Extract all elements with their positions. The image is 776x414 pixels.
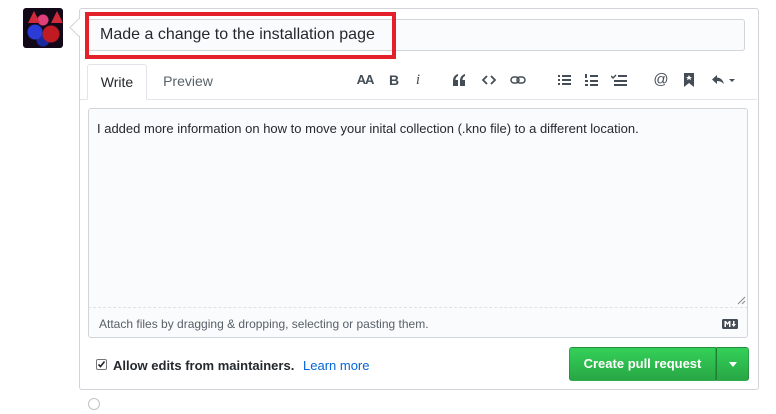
code-icon[interactable] — [480, 71, 498, 89]
quote-icon[interactable] — [450, 71, 468, 89]
reply-icon[interactable] — [710, 71, 738, 89]
numbered-list-icon[interactable] — [583, 71, 599, 89]
text-size-icon[interactable]: AA — [355, 71, 375, 89]
avatar[interactable] — [23, 8, 63, 48]
attach-files-hint: Attach files by dragging & dropping, sel… — [99, 317, 429, 331]
create-pr-options-dropdown[interactable] — [716, 347, 749, 381]
italic-icon[interactable]: i — [411, 71, 425, 89]
bookmark-icon[interactable] — [682, 71, 696, 89]
markdown-icon[interactable] — [722, 319, 738, 329]
bold-icon[interactable]: B — [386, 71, 402, 89]
caret-down-icon — [728, 361, 737, 367]
learn-more-link[interactable]: Learn more — [303, 358, 369, 374]
allow-edits-label: Allow edits from maintainers. — [113, 358, 295, 373]
bulleted-list-icon[interactable] — [556, 71, 572, 89]
resize-handle-icon[interactable] — [737, 296, 746, 305]
link-icon[interactable] — [509, 71, 527, 89]
tab-write[interactable]: Write — [87, 64, 147, 100]
comment-textarea[interactable] — [88, 108, 748, 307]
allow-edits-checkbox[interactable] — [96, 359, 107, 370]
title-input[interactable]: Made a change to the installation page — [87, 19, 745, 51]
mention-icon[interactable]: @ — [653, 71, 669, 89]
task-list-icon[interactable] — [610, 71, 628, 89]
timeline-marker — [88, 398, 100, 410]
comment-body-text: I added more information on how to move … — [97, 121, 639, 136]
create-pull-request-button[interactable]: Create pull request — [569, 347, 716, 381]
tab-preview[interactable]: Preview — [150, 64, 226, 100]
